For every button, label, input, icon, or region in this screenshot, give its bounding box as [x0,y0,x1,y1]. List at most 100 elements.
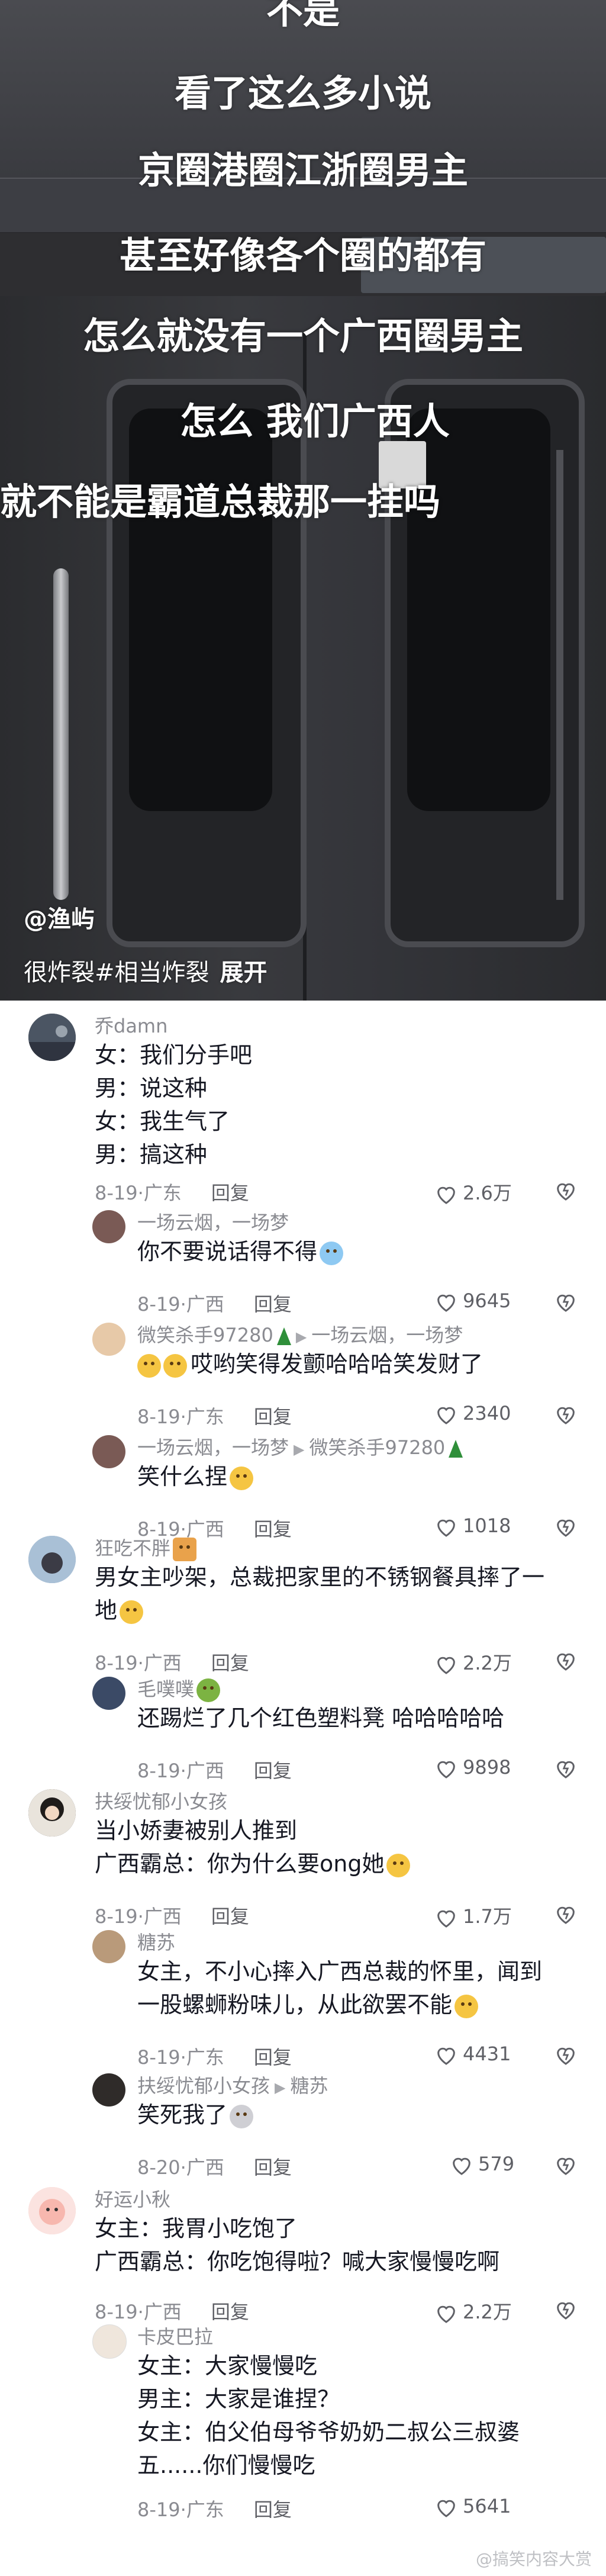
reply-button[interactable]: 回复 [254,2046,292,2069]
reply-button[interactable]: 回复 [254,1760,292,1782]
comment-username[interactable]: 扶绥忧郁小女孩 [95,1787,227,1814]
like-button[interactable]: 2340 [434,1402,511,1426]
avatar[interactable] [28,1789,76,1837]
author-handle[interactable]: @渔屿 [24,900,95,934]
dislike-icon[interactable] [554,2044,578,2066]
heart-icon [437,2305,455,2323]
comment-username[interactable]: 一场云烟，一场梦 [137,1208,289,1235]
comment-date: 8-19 [95,2301,138,2323]
dislike-icon[interactable] [554,2154,578,2176]
like-button[interactable]: 2.2万 [434,1648,512,1675]
reply-button[interactable]: 回复 [254,1518,292,1541]
laughing-face-icon [137,1353,161,1378]
like-button[interactable]: 9645 [434,1289,511,1313]
dislike-icon[interactable] [554,1649,578,1672]
comment-location: 广东 [186,2046,224,2069]
dislike-icon[interactable] [554,1757,578,1780]
like-button[interactable]: 1.7万 [434,1902,512,1929]
reply-arrow-icon: ▶ [275,2079,286,2096]
laughing-face-icon [163,1353,187,1378]
comment-location: 广东 [186,1406,224,1428]
heart-icon [437,2047,455,2065]
comment-username[interactable]: 狂吃不胖 [95,1537,170,1559]
avatar-image [28,2187,76,2234]
tree-icon [276,1327,291,1345]
comment-section: 乔damn 女：我们分手吧 男：说这种 女：我生气了 男：搞这种 8-19·广东… [0,1001,606,2576]
like-button[interactable]: 579 [450,2153,514,2176]
avatar[interactable] [92,2324,127,2359]
like-button[interactable]: 4431 [434,2043,511,2066]
headphones-face-icon [386,1853,411,1877]
heart-icon [437,1407,455,1424]
comment-username[interactable]: 好运小秋 [95,2185,170,2212]
avatar[interactable] [92,2073,125,2107]
comment-username[interactable]: 卡皮巴拉 [137,2322,213,2349]
reply-button[interactable]: 回复 [254,2498,292,2521]
comment-location: 广东 [186,2498,224,2521]
like-count: 2.2万 [463,2301,512,2323]
comment-location: 广东 [143,1182,182,1204]
reply-button[interactable]: 回复 [254,1406,292,1428]
like-button[interactable]: 5641 [434,2495,511,2519]
reply-button[interactable]: 回复 [211,2301,249,2323]
comment-line: 地 [95,1597,118,1623]
comment-username[interactable]: 微笑杀手97280 [137,1324,273,1346]
reply-button[interactable]: 回复 [254,1293,292,1316]
comment-username[interactable]: 糖苏 [137,1928,175,1955]
comment-text: 女：我们分手吧 男：说这种 女：我生气了 男：搞这种 [95,1038,252,1171]
comment-line: 女：我们分手吧 [95,1042,253,1068]
video-player[interactable]: 不是 看了这么多小说 京圈港圈江浙圈男主 甚至好像各个圈的都有 怎么就没有一个广… [0,0,606,1001]
reply-button[interactable]: 回复 [211,1652,249,1674]
dislike-icon[interactable] [554,1903,578,1925]
comment-line: 一股螺蛳粉味儿，从此欲罢不能 [137,1992,453,2018]
avatar[interactable] [92,1677,125,1710]
comment-username[interactable]: 一场云烟，一场梦 [137,1436,289,1459]
comment-text: 哎哟笑得发颤哈哈哈笑发财了 [137,1348,483,1381]
avatar[interactable] [92,1210,125,1243]
comment-username[interactable]: 扶绥忧郁小女孩 [137,2075,270,2097]
reply-button[interactable]: 回复 [254,2156,292,2179]
crying-face-icon [320,1241,344,1265]
dislike-icon[interactable] [554,1403,578,1426]
comment-meta: 8-20·广西 回复 [137,2156,292,2179]
comment-text: 还踢烂了几个红色塑料凳 哈哈哈哈哈 [137,1702,504,1735]
heart-icon [437,1519,455,1537]
dislike-icon[interactable] [554,1179,578,1202]
comment-line: 女主：我胃小吃饱了 [95,2215,298,2241]
avatar[interactable] [92,1930,125,1963]
dislike-icon[interactable] [554,2298,578,2321]
comment-text: 男女主吵架，总裁把家里的不锈钢餐具摔了一 地 [95,1561,544,1627]
avatar[interactable] [28,2187,76,2234]
reply-to-username[interactable]: 糖苏 [290,2075,328,2097]
like-button[interactable]: 2.2万 [434,2297,512,2324]
avatar[interactable] [28,1014,76,1061]
comment-meta: 8-19·广东 回复 [95,1182,249,1204]
like-count: 2.2万 [463,1652,512,1674]
expand-button[interactable]: 展开 [220,959,267,986]
reply-to-username[interactable]: 一场云烟，一场梦 [311,1324,463,1346]
like-button[interactable]: 9898 [434,1756,511,1780]
avatar[interactable] [92,1435,125,1468]
comment-meta: 8-19·广西 回复 [95,1905,249,1928]
comment-location: 广西 [186,2156,224,2179]
avatar[interactable] [28,1536,76,1583]
comment-location: 广西 [143,2301,182,2323]
like-button[interactable]: 1018 [434,1514,511,1538]
comment-username[interactable]: 毛噗噗 [137,1678,194,1700]
like-button[interactable]: 2.6万 [434,1178,512,1205]
reply-arrow-icon: ▶ [295,1329,307,1345]
heart-icon [437,1657,455,1674]
description-text[interactable]: 很炸裂#相当炸裂 [24,959,209,986]
comment-username[interactable]: 乔damn [95,1011,167,1038]
comment-line: 男女主吵架，总裁把家里的不锈钢餐具摔了一 [95,1564,545,1590]
reply-button[interactable]: 回复 [211,1905,249,1928]
comment-line: 男：搞这种 [95,1141,208,1168]
comment-line: 广西霸总：你为什么要ong她 [95,1851,385,1877]
comment-text: 笑死我了 [137,2098,254,2131]
comment-line: 当小娇妻被别人推到 [95,1818,298,1844]
reply-button[interactable]: 回复 [211,1182,249,1204]
avatar[interactable] [92,1323,125,1356]
reply-to-username[interactable]: 微笑杀手97280 [309,1436,445,1459]
dislike-icon[interactable] [554,1291,578,1313]
dislike-icon[interactable] [554,1516,578,1538]
